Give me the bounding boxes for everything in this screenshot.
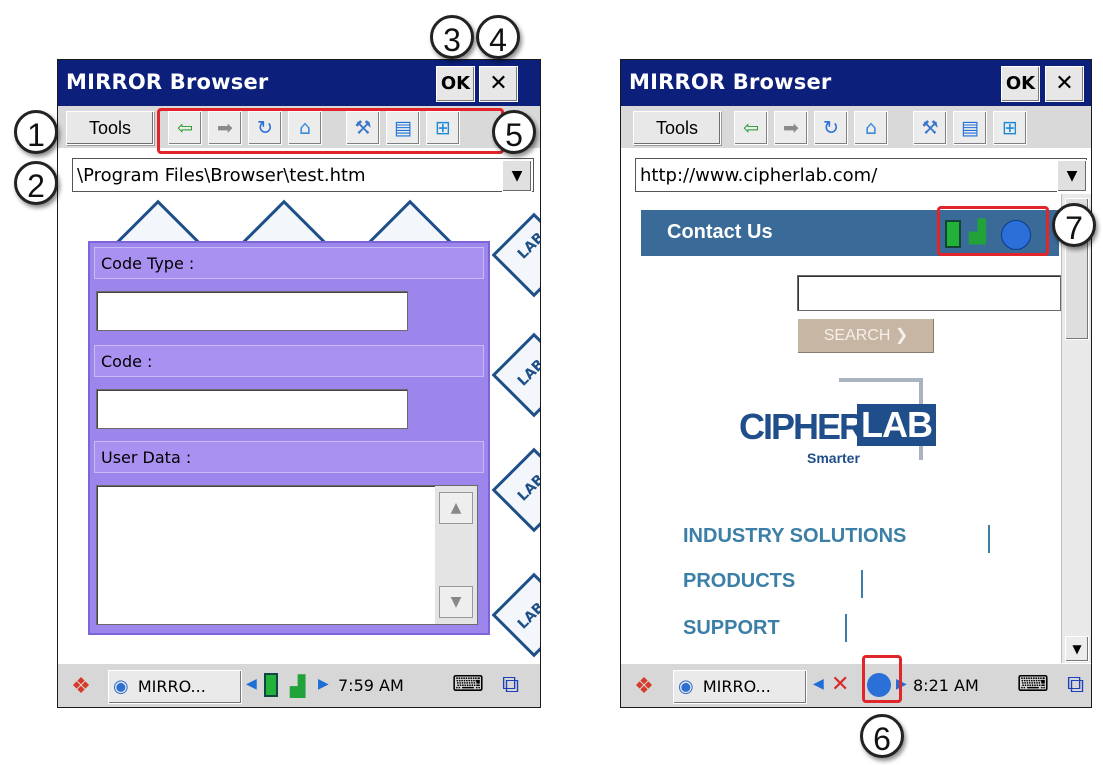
left-chevron-icon[interactable]: ◀ (813, 676, 824, 692)
window-title: MIRROR Browser (629, 70, 832, 94)
address-dropdown-button[interactable]: ▼ (1057, 160, 1087, 192)
taskbar-app-label: MIRRO... (702, 677, 771, 696)
taskbar: ❖ ◉ MIRRO... ◀ ▟ ▶ 7:59 AM ⌨ ⧉ (58, 663, 540, 707)
address-field[interactable]: \Program Files\Browser\test.htm (72, 158, 534, 192)
nav-separator (861, 570, 863, 598)
nav-separator (988, 525, 990, 553)
callout-4: 4 (476, 15, 520, 59)
title-bar: MIRROR Browser OK ✕ (58, 60, 540, 106)
ok-button[interactable]: OK (1001, 66, 1040, 102)
back-arrow-icon[interactable]: ⇦ (734, 111, 768, 145)
ok-button[interactable]: OK (436, 66, 475, 102)
refresh-icon[interactable]: ↻ (814, 111, 848, 145)
signal-icon: ▟ (290, 674, 306, 698)
keyboard-icon[interactable]: ⌨ (1017, 672, 1049, 697)
right-device-screen: MIRROR Browser OK ✕ Tools ⇦ ➡ ↻ ⌂ ⚒ ▤ ⊞ … (620, 59, 1092, 708)
toolbar: Tools ⇦ ➡ ↻ ⌂ ⚒ ▤ ⊞ (621, 106, 1091, 148)
lab-watermark-tile (491, 212, 540, 298)
nav-link-products[interactable]: PRODUCTS (683, 570, 795, 593)
taskbar-app-label: MIRRO... (137, 677, 206, 696)
nav-link-industry-solutions[interactable]: INDUSTRY SOLUTIONS (683, 525, 906, 548)
search-button[interactable]: SEARCH ❯ (797, 318, 935, 354)
scroll-down-button[interactable]: ▼ (439, 586, 473, 618)
left-device-screen: MIRROR Browser OK ✕ Tools ⇦ ➡ ↻ ⌂ ⚒ ▤ ⊞ … (57, 59, 541, 708)
forward-arrow-icon[interactable]: ➡ (774, 111, 808, 145)
toolbar-nav-highlight (157, 108, 504, 154)
window-switch-icon[interactable]: ⧉ (1067, 670, 1084, 698)
callout-6: 6 (860, 714, 904, 758)
close-button[interactable]: ✕ (479, 66, 518, 102)
search-button-label: SEARCH (823, 327, 891, 344)
logo-tagline: Smarter (807, 450, 860, 466)
title-bar: MIRROR Browser OK ✕ (621, 60, 1091, 106)
home-icon[interactable]: ⌂ (854, 111, 888, 145)
status-icons-highlight (937, 206, 1049, 256)
window-title: MIRROR Browser (66, 70, 269, 94)
close-button[interactable]: ✕ (1045, 66, 1084, 102)
nav-separator (845, 614, 847, 642)
tools-button[interactable]: Tools (633, 111, 721, 145)
code-type-label: Code Type : (94, 247, 484, 279)
taskbar: ❖ ◉ MIRRO... ◀ ✕ ▶ 8:21 AM ⌨ ⧉ (621, 663, 1091, 707)
taskbar-app-button[interactable]: ◉ MIRRO... (108, 670, 242, 704)
keyboard-icon[interactable]: ▤ (953, 111, 987, 145)
globe-icon: ◉ (113, 676, 129, 697)
tools-button[interactable]: Tools (66, 111, 154, 145)
logo-lab-text: LAB (857, 404, 936, 446)
callout-1: 1 (14, 110, 58, 154)
callout-3: 3 (430, 15, 474, 59)
user-data-textarea[interactable]: ▲ ▼ (96, 485, 478, 625)
keyboard-icon[interactable]: ⌨ (452, 672, 484, 697)
textarea-scrollbar[interactable]: ▲ ▼ (435, 486, 477, 624)
network-disconnected-icon: ✕ (831, 672, 850, 697)
code-label: Code : (94, 345, 484, 377)
fullscreen-icon[interactable]: ⊞ (993, 111, 1027, 145)
logo-cipher-text: CIPHER (739, 406, 865, 447)
taskbar-app-button[interactable]: ◉ MIRRO... (673, 670, 807, 704)
taskbar-globe-highlight (862, 655, 902, 703)
cipherlab-logo: CIPHER LAB Smarter (739, 378, 949, 478)
page-scrollbar[interactable]: ▼ (1061, 194, 1091, 664)
search-input[interactable] (797, 275, 1061, 311)
callout-7: 7 (1052, 203, 1096, 247)
scroll-up-button[interactable]: ▲ (439, 492, 473, 524)
right-chevron-icon[interactable]: ▶ (318, 676, 329, 692)
taskbar-clock[interactable]: 8:21 AM (913, 676, 979, 695)
address-field[interactable]: http://www.cipherlab.com/ (635, 158, 1087, 192)
windows-start-icon[interactable]: ❖ (629, 672, 659, 702)
battery-icon (264, 673, 278, 697)
scroll-down-button[interactable]: ▼ (1065, 636, 1089, 662)
taskbar-clock[interactable]: 7:59 AM (338, 676, 404, 695)
code-type-input[interactable] (96, 291, 408, 331)
windows-start-icon[interactable]: ❖ (66, 672, 96, 702)
address-dropdown-button[interactable]: ▼ (502, 160, 532, 192)
user-data-label: User Data : (94, 441, 484, 473)
callout-2: 2 (14, 161, 58, 205)
nav-link-support[interactable]: SUPPORT (683, 617, 780, 640)
window-switch-icon[interactable]: ⧉ (502, 670, 519, 698)
tools-settings-icon[interactable]: ⚒ (913, 111, 947, 145)
code-input[interactable] (96, 389, 408, 429)
left-chevron-icon[interactable]: ◀ (246, 676, 257, 692)
scan-form-panel: Code Type : Code : User Data : ▲ ▼ (88, 241, 490, 635)
callout-5: 5 (492, 110, 536, 154)
globe-icon: ◉ (678, 676, 694, 697)
